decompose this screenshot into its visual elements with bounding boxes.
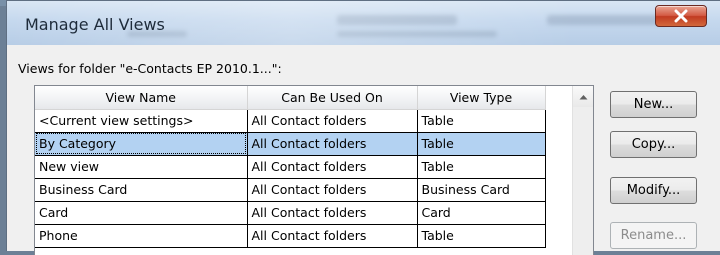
dialog-content: Views for folder "e-Contacts EP 2010.1..… bbox=[7, 45, 720, 255]
views-list[interactable]: View Name Can Be Used On View Type <Curr… bbox=[34, 85, 594, 255]
used-on-cell: All Contact folders bbox=[247, 155, 418, 179]
view-type-cell: Table bbox=[417, 109, 546, 133]
view-name-cell: By Category bbox=[35, 132, 248, 156]
close-x-icon bbox=[674, 9, 688, 23]
table-row[interactable]: Card All Contact folders Card bbox=[35, 201, 546, 225]
used-on-cell: All Contact folders bbox=[247, 109, 418, 133]
view-name-cell: <Current view settings> bbox=[35, 109, 248, 133]
scroll-up-button[interactable] bbox=[573, 86, 593, 107]
copy-button[interactable]: Copy... bbox=[610, 131, 697, 158]
blurred-background-text bbox=[547, 15, 667, 25]
rename-button[interactable]: Rename... bbox=[610, 222, 697, 249]
modify-button[interactable]: Modify... bbox=[610, 177, 697, 204]
column-header-view-type[interactable]: View Type bbox=[417, 86, 546, 110]
table-row[interactable]: Phone All Contact folders Table bbox=[35, 224, 546, 248]
table-row[interactable]: New view All Contact folders Table bbox=[35, 155, 546, 179]
title-bar[interactable]: Manage All Views bbox=[7, 1, 720, 45]
used-on-cell: All Contact folders bbox=[247, 224, 418, 248]
table-row[interactable]: <Current view settings> All Contact fold… bbox=[35, 109, 546, 133]
view-type-cell: Table bbox=[417, 132, 546, 156]
view-type-cell: Card bbox=[417, 201, 546, 225]
blurred-background-text bbox=[337, 15, 457, 25]
view-type-cell: Table bbox=[417, 155, 546, 179]
manage-all-views-dialog: Manage All Views Views for folder "e-Con… bbox=[6, 0, 720, 255]
view-name-cell: Card bbox=[35, 201, 248, 225]
views-table: View Name Can Be Used On View Type <Curr… bbox=[35, 86, 546, 248]
close-button[interactable] bbox=[655, 5, 707, 27]
view-name-cell: Phone bbox=[35, 224, 248, 248]
view-name-cell: New view bbox=[35, 155, 248, 179]
vertical-scrollbar[interactable] bbox=[572, 86, 593, 255]
blurred-background-text bbox=[337, 31, 497, 37]
used-on-cell: All Contact folders bbox=[247, 178, 418, 202]
view-type-cell: Business Card bbox=[417, 178, 546, 202]
column-header-can-be-used-on[interactable]: Can Be Used On bbox=[247, 86, 418, 110]
chevron-up-icon bbox=[579, 94, 587, 99]
table-row[interactable]: Business Card All Contact folders Busine… bbox=[35, 178, 546, 202]
table-header-row: View Name Can Be Used On View Type bbox=[35, 86, 546, 110]
table-row-selected[interactable]: By Category All Contact folders Table bbox=[35, 132, 546, 156]
used-on-cell: All Contact folders bbox=[247, 132, 418, 156]
new-button[interactable]: New... bbox=[610, 91, 697, 118]
views-for-folder-label: Views for folder "e-Contacts EP 2010.1..… bbox=[18, 61, 282, 76]
used-on-cell: All Contact folders bbox=[247, 201, 418, 225]
view-name-cell: Business Card bbox=[35, 178, 248, 202]
column-header-view-name[interactable]: View Name bbox=[35, 86, 248, 110]
view-type-cell: Table bbox=[417, 224, 546, 248]
window-title: Manage All Views bbox=[25, 15, 165, 34]
